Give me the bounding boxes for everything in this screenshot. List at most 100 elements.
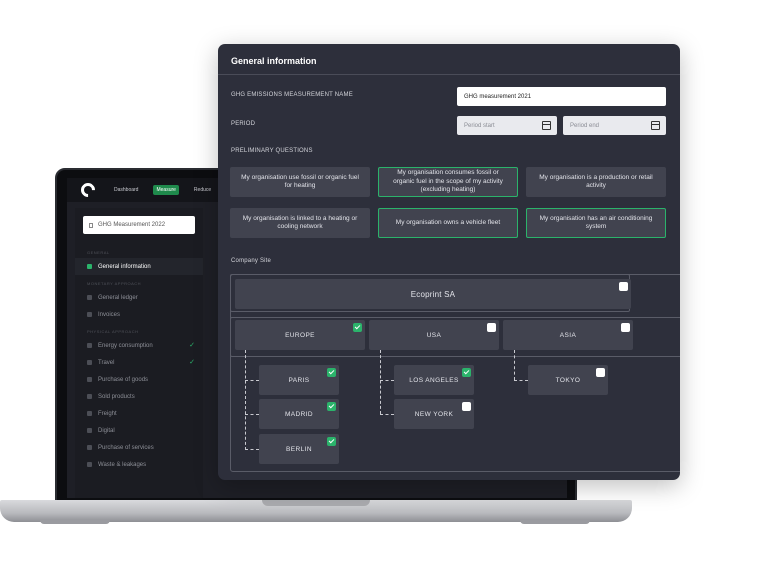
company-node-label: Ecoprint SA [410, 289, 456, 299]
check-icon: ✓ [189, 359, 195, 366]
city-tokyo[interactable]: TOKYO [528, 365, 608, 395]
page-title: General information [231, 56, 317, 66]
connector-new-york [380, 414, 394, 415]
region-label: ASIA [559, 331, 577, 339]
section-general: GENERAL [87, 250, 110, 255]
nav-reduce[interactable]: Reduce [191, 185, 214, 195]
connector-usa [380, 350, 381, 414]
city-madrid[interactable]: MADRID [259, 399, 339, 429]
sidebar-item-general-ledger[interactable]: General ledger [75, 289, 203, 306]
sidebar-item-purchase-goods[interactable]: Purchase of goods [75, 371, 203, 388]
city-tokyo-checkbox[interactable] [596, 368, 605, 377]
measurement-name-label: GHG EMISSIONS MEASUREMENT NAME [231, 92, 353, 98]
question-activity-fuel[interactable]: My organisation consumes fossil or organ… [378, 167, 518, 197]
period-start-placeholder: Period start [464, 122, 495, 129]
measurement-select[interactable]: GHG Measurement 2022 [83, 216, 195, 234]
document-icon [89, 222, 93, 228]
general-information-panel: General information GHG EMISSIONS MEASUR… [218, 44, 680, 480]
question-vehicle-fleet[interactable]: My organisation owns a vehicle fleet [378, 208, 518, 238]
region-label: EUROPE [285, 331, 315, 339]
city-new-york[interactable]: NEW YORK [394, 399, 474, 429]
sidebar-item-label: Invoices [98, 311, 121, 318]
city-label: BERLIN [286, 445, 312, 453]
section-monetary: MONETARY APPROACH [87, 281, 142, 286]
connector-paris [245, 380, 259, 381]
cloud-icon [87, 428, 92, 433]
company-checkbox[interactable] [619, 282, 628, 291]
sidebar-item-freight[interactable]: Freight [75, 405, 203, 422]
region-usa-checkbox[interactable] [487, 323, 496, 332]
connector-madrid [245, 414, 259, 415]
sidebar-item-label: General information [98, 263, 151, 270]
section-physical: PHYSICAL APPROACH [87, 329, 139, 334]
period-label: PERIOD [231, 121, 256, 127]
region-asia-checkbox[interactable] [621, 323, 630, 332]
sidebar-item-label: Travel [98, 359, 115, 366]
bag-icon [87, 377, 92, 382]
city-paris[interactable]: PARIS [259, 365, 339, 395]
city-berlin-checkbox[interactable] [327, 437, 336, 446]
question-air-conditioning[interactable]: My organisation has an air conditioning … [526, 208, 666, 238]
city-berlin[interactable]: BERLIN [259, 434, 339, 464]
connector-tokyo [514, 380, 528, 381]
ledger-icon [87, 295, 92, 300]
check-icon: ✓ [189, 342, 195, 349]
city-new-york-checkbox[interactable] [462, 402, 471, 411]
connector-berlin [245, 449, 259, 450]
sidebar-item-label: Energy consumption [98, 342, 153, 349]
calendar-icon[interactable] [651, 121, 660, 130]
sidebar: GHG Measurement 2022 GENERAL General inf… [75, 208, 203, 498]
sidebar-item-label: Purchase of services [98, 444, 154, 451]
nav-measure[interactable]: Measure [153, 185, 179, 195]
calendar-icon[interactable] [542, 121, 551, 130]
sidebar-item-invoices[interactable]: Invoices [75, 306, 203, 323]
plane-icon [87, 360, 92, 365]
period-end-input[interactable]: Period end [563, 116, 666, 135]
connector-asia [514, 350, 515, 380]
invoice-icon [87, 312, 92, 317]
city-paris-checkbox[interactable] [327, 368, 336, 377]
sidebar-item-energy[interactable]: Energy consumption ✓ [75, 337, 203, 354]
sidebar-item-label: Digital [98, 427, 115, 434]
connector-los-angeles [380, 380, 394, 381]
sidebar-item-label: Freight [98, 410, 117, 417]
laptop-base [0, 500, 632, 522]
sidebar-item-general-information[interactable]: General information [75, 258, 203, 275]
city-label: MADRID [284, 410, 314, 418]
measurement-name-input[interactable]: GHG measurement 2021 [457, 87, 666, 106]
company-node[interactable]: Ecoprint SA [235, 279, 631, 309]
sidebar-item-purchase-services[interactable]: Purchase of services [75, 439, 203, 456]
period-start-input[interactable]: Period start [457, 116, 557, 135]
sidebar-item-digital[interactable]: Digital [75, 422, 203, 439]
question-production-retail[interactable]: My organisation is a production or retai… [526, 167, 666, 197]
cart-icon [87, 394, 92, 399]
nav-dashboard[interactable]: Dashboard [111, 185, 141, 195]
sidebar-item-sold-products[interactable]: Sold products [75, 388, 203, 405]
city-los-angeles-checkbox[interactable] [462, 368, 471, 377]
measurement-select-label: GHG Measurement 2022 [98, 222, 166, 228]
city-label: PARIS [288, 376, 310, 384]
period-end-placeholder: Period end [570, 122, 600, 129]
region-europe-checkbox[interactable] [353, 323, 362, 332]
question-heating-network[interactable]: My organisation is linked to a heating o… [230, 208, 370, 238]
city-madrid-checkbox[interactable] [327, 402, 336, 411]
app-logo-icon[interactable] [78, 180, 98, 200]
laptop-foot [520, 520, 590, 524]
trash-icon [87, 462, 92, 467]
city-los-angeles[interactable]: LOS ANGELES [394, 365, 474, 395]
city-label: NEW YORK [414, 410, 454, 418]
sidebar-item-label: Sold products [98, 393, 135, 400]
lightning-icon [87, 343, 92, 348]
region-usa[interactable]: USA [369, 320, 499, 350]
laptop-foot [40, 520, 110, 524]
question-heating-fuel[interactable]: My organisation use fossil or organic fu… [230, 167, 370, 197]
region-label: USA [426, 331, 442, 339]
handshake-icon [87, 445, 92, 450]
sidebar-item-label: Waste & leakages [98, 461, 147, 468]
sidebar-item-travel[interactable]: Travel ✓ [75, 354, 203, 371]
sidebar-item-waste[interactable]: Waste & leakages [75, 456, 203, 473]
region-asia[interactable]: ASIA [503, 320, 633, 350]
company-site-label: Company Site [231, 258, 272, 264]
region-europe[interactable]: EUROPE [235, 320, 365, 350]
sidebar-item-label: Purchase of goods [98, 376, 149, 383]
